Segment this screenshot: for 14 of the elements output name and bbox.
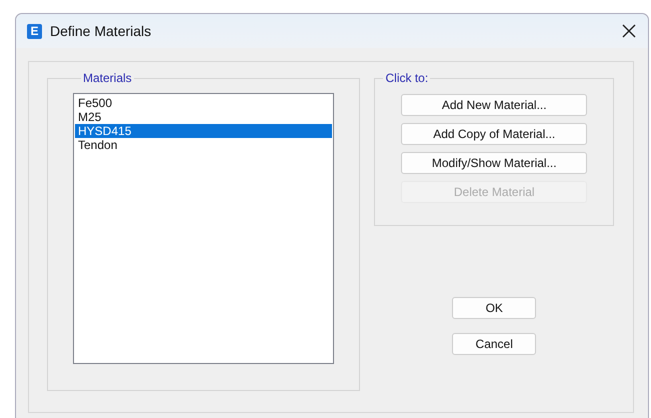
dialog-button[interactable]: OK <box>452 297 536 319</box>
list-item[interactable]: M25 <box>75 110 332 124</box>
action-button[interactable]: Add New Material... <box>401 94 588 116</box>
action-button[interactable]: Add Copy of Material... <box>401 123 588 145</box>
action-button[interactable]: Modify/Show Material... <box>401 152 588 174</box>
app-icon: E <box>27 24 42 38</box>
window-title: Define Materials <box>50 23 152 39</box>
close-icon[interactable] <box>622 24 636 38</box>
list-item[interactable]: Tendon <box>75 138 332 152</box>
group-label: Materials <box>82 71 133 85</box>
list-item[interactable]: Fe500 <box>75 96 332 110</box>
group-label: Click to: <box>384 71 430 85</box>
list-item[interactable]: HYSD415 <box>75 124 332 138</box>
dialog-button[interactable]: Cancel <box>452 333 536 355</box>
